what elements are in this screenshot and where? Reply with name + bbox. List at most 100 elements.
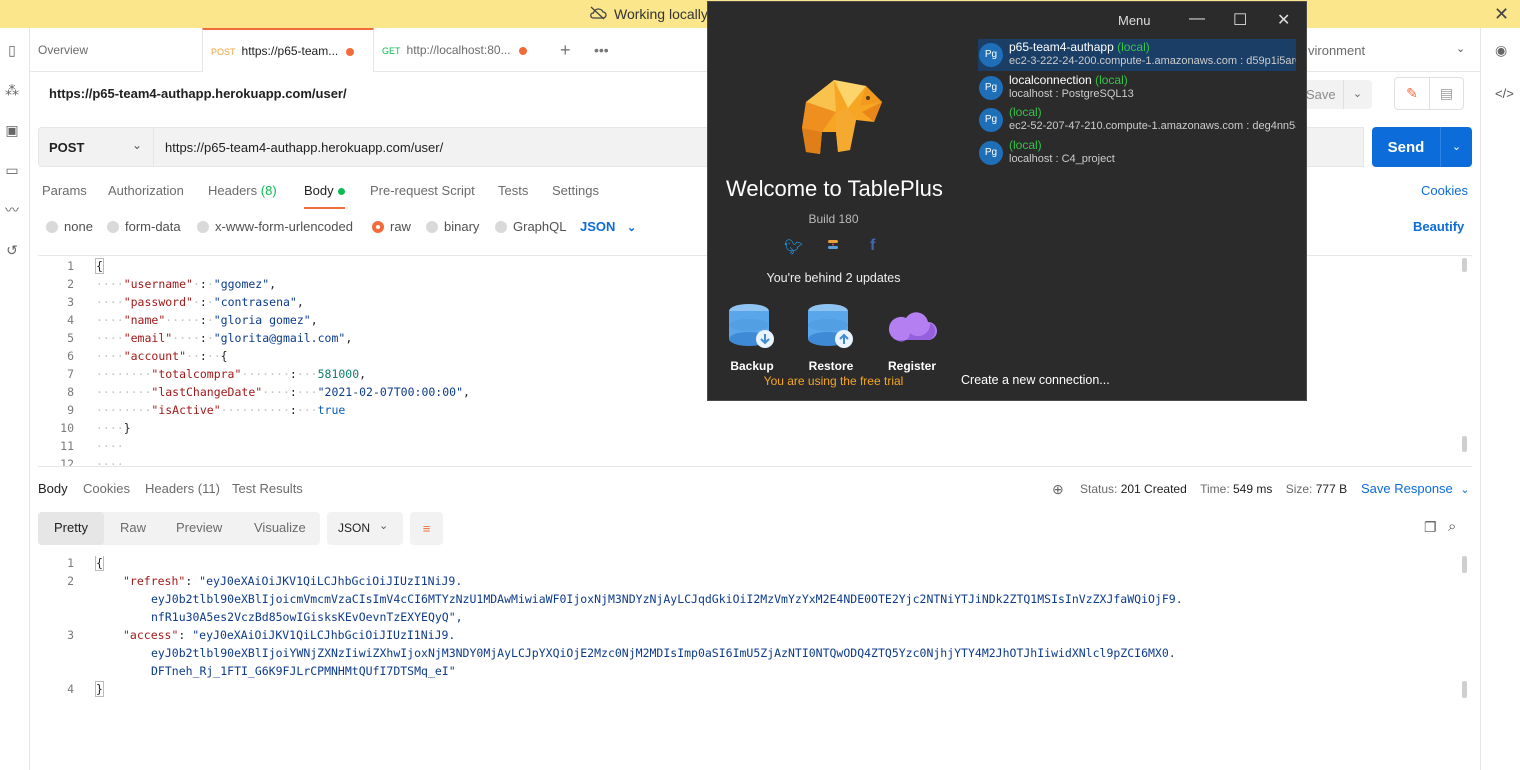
code-text: "access": "eyJ0eXAiOiJKV1QiLCJhbGciOiJIU… [123,628,456,642]
radio-form-data[interactable]: form-data [107,219,181,234]
connection-item[interactable]: Pg (local) localhost : C4_project [978,137,1296,169]
scrollbar-thumb[interactable] [1462,681,1467,698]
pencil-icon[interactable]: ✎ [1395,78,1429,109]
more-tabs-icon[interactable]: ••• [594,28,609,72]
chevron-down-icon[interactable]: ⌄ [1343,80,1371,109]
connection-item[interactable]: Pg (local) ec2-52-207-47-210.compute-1.a… [978,104,1296,136]
body-format-select[interactable]: JSON ⌄ [580,219,636,234]
method-label: POST [49,140,85,155]
connection-item[interactable]: Pg p65-team4-authapp (local) ec2-3-222-2… [978,39,1296,71]
radio-binary[interactable]: binary [426,219,479,234]
slack-icon[interactable] [826,238,840,252]
collections-icon[interactable]: ▯ [4,42,20,58]
free-trial-notice: You are using the free trial [763,374,904,388]
comment-icon[interactable]: ▤ [1429,78,1463,109]
line-number: 9 [67,403,74,417]
radio-selected-icon [372,221,384,233]
tab-params[interactable]: Params [42,183,87,198]
tab-settings[interactable]: Settings [552,183,599,198]
tab-body[interactable]: Body [304,183,345,209]
response-tab-test-results[interactable]: Test Results [232,481,303,496]
welcome-heading: Welcome to TablePlus [726,176,943,201]
response-body[interactable]: 1 { 2 "refresh": "eyJ0eXAiOiJKV1QiLCJhbGci… [38,556,1472,770]
radio-icon [426,221,438,233]
view-visualize[interactable]: Visualize [254,520,306,535]
code-text: { [95,258,104,274]
scrollbar-thumb[interactable] [1462,556,1467,573]
radio-raw[interactable]: raw [372,219,411,234]
beautify-button[interactable]: Beautify [1413,219,1464,234]
tableplus-elephant-logo [802,80,882,154]
radio-urlencoded[interactable]: x-www-form-urlencoded [197,219,353,234]
view-pretty[interactable]: Pretty [54,520,88,535]
create-connection-link[interactable]: Create a new connection... [961,373,1110,387]
request-title[interactable]: https://p65-team4-authapp.herokuapp.com/… [49,86,347,101]
radio-graphql[interactable]: GraphQL [495,219,566,234]
chevron-down-icon: ⌄ [627,222,637,234]
backup-button[interactable] [719,302,785,353]
code-icon[interactable]: </> [1495,86,1514,101]
status-value[interactable]: 201 Created [1121,482,1187,496]
history-icon[interactable]: ↺ [4,242,20,258]
line-number: 2 [67,277,74,291]
twitter-icon[interactable]: 🐦︎ [784,238,803,256]
chevron-down-icon[interactable]: ⌄ [1456,42,1465,55]
updates-notice[interactable]: You're behind 2 updates [726,271,941,285]
search-icon[interactable]: ⌕ [1448,518,1456,535]
postgres-icon: Pg [979,76,1003,100]
code-text: ····} [96,421,131,435]
maximize-icon[interactable]: ☐ [1233,10,1247,30]
copy-icon[interactable]: ❐ [1424,519,1437,536]
tableplus-menu[interactable]: Menu [1118,13,1151,28]
restore-button[interactable] [798,302,864,353]
new-tab-icon[interactable]: + [560,28,571,72]
unsaved-dot-icon [346,47,355,56]
code-text: ········"totalcompra"·······:···581000, [96,367,367,381]
backup-label: Backup [730,359,774,373]
chevron-down-icon[interactable]: ⌄ [1440,127,1472,167]
close-icon[interactable]: ✕ [1494,4,1509,25]
apis-icon[interactable]: ⁂ [4,82,20,98]
eye-icon[interactable]: ◉ [1495,42,1507,59]
connection-item[interactable]: Pg localconnection (local) localhost : P… [978,72,1296,104]
register-button[interactable] [879,302,945,353]
line-number: 11 [60,439,74,453]
monitors-icon[interactable]: 〰 [4,202,20,218]
radio-none[interactable]: none [46,219,93,234]
json-value: nfR1u30A5es2VczBd85owIGisksKEvOevnTzEXYE… [151,610,463,624]
facebook-icon[interactable]: f [870,237,875,255]
time-value[interactable]: 549 ms [1233,482,1272,496]
line-number: 1 [67,556,74,570]
cookies-link[interactable]: Cookies [1421,183,1468,198]
wrap-lines-icon[interactable]: ≡ [410,512,443,545]
line-number: 10 [60,421,74,435]
tab-overview[interactable]: Overview [38,28,88,72]
connection-host: ec2-52-207-47-210.compute-1.amazonaws.co… [1009,120,1296,132]
tab-prerequest-script[interactable]: Pre-request Script [370,183,475,198]
response-tab-headers[interactable]: Headers (11) [145,481,220,496]
scrollbar-thumb[interactable] [1462,258,1467,272]
environments-icon[interactable]: ▣ [4,122,20,138]
response-tab-cookies[interactable]: Cookies [83,481,130,496]
code-text: ····"password"·:·"contrasena", [96,295,304,309]
tab-authorization[interactable]: Authorization [108,183,184,198]
close-icon[interactable]: ✕ [1277,10,1290,30]
scrollbar-thumb[interactable] [1462,436,1467,452]
environment-selector[interactable]: vironment [1308,43,1365,58]
view-raw[interactable]: Raw [120,520,146,535]
tab-get-request[interactable]: GET http://localhost:80... [382,28,527,72]
save-response-button[interactable]: Save Response ⌄ [1361,481,1470,496]
mock-servers-icon[interactable]: ▭ [4,162,20,178]
code-text: ···· [96,457,124,467]
size-value[interactable]: 777 B [1316,482,1347,496]
tab-post-request[interactable]: POST https://p65-team... [202,28,374,72]
response-tab-body[interactable]: Body [38,481,68,496]
globe-icon[interactable]: ⊕ [1052,481,1064,498]
radio-icon [46,221,58,233]
tab-headers[interactable]: Headers (8) [208,183,277,198]
tab-tests[interactable]: Tests [498,183,528,198]
send-button[interactable]: Send ⌄ [1372,127,1472,167]
build-label: Build 180 [808,212,859,226]
view-preview[interactable]: Preview [176,520,222,535]
minimize-icon[interactable]: — [1189,10,1205,28]
